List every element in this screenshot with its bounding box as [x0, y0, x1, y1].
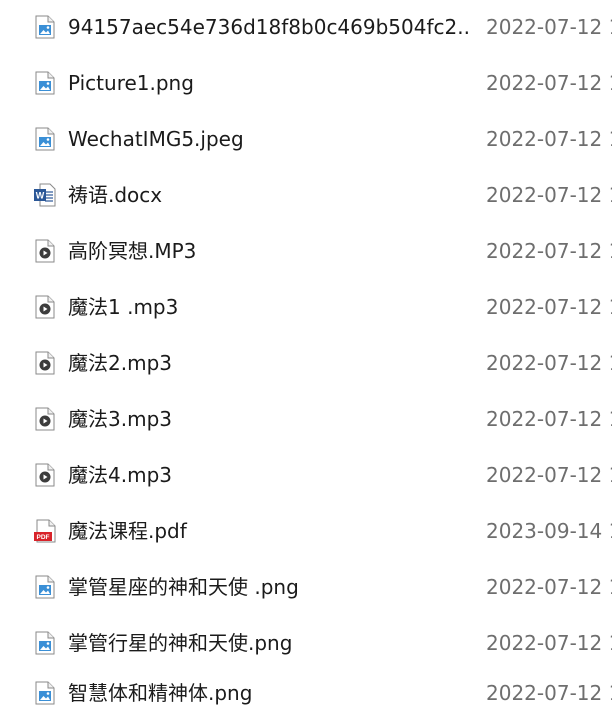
file-list: 94157aec54e736d18f8b0c469b504fc2... 2022… — [0, 0, 612, 721]
file-date: 2022-07-12 1 — [486, 183, 612, 207]
file-date: 2022-07-12 1 — [486, 295, 612, 319]
file-row[interactable]: WechatIMG5.jpeg 2022-07-12 1 — [0, 111, 612, 167]
file-name: 魔法4.mp3 — [68, 463, 172, 487]
file-date: 2022-07-12 1 — [486, 15, 612, 39]
file-date: 2022-07-12 1 — [486, 575, 612, 599]
file-name: 祷语.docx — [68, 183, 163, 207]
file-row[interactable]: 魔法1 .mp3 2022-07-12 1 — [0, 279, 612, 335]
file-date: 2022-07-12 1 — [486, 351, 612, 375]
file-name: 魔法1 .mp3 — [68, 295, 179, 319]
file-date: 2022-07-12 1 — [486, 127, 612, 151]
file-name: 智慧体和精神体.png — [68, 681, 253, 705]
file-date: 2022-07-12 1 — [486, 239, 612, 263]
file-name: 高阶冥想.MP3 — [68, 239, 197, 263]
file-row[interactable]: Picture1.png 2022-07-12 1 — [0, 55, 612, 111]
word-icon-label: W — [36, 191, 45, 201]
file-row[interactable]: 魔法4.mp3 2022-07-12 1 — [0, 447, 612, 503]
file-name: 94157aec54e736d18f8b0c469b504fc2... — [68, 15, 468, 39]
file-row[interactable]: PDF 魔法课程.pdf 2023-09-14 1 — [0, 503, 612, 559]
image-file-icon — [32, 70, 58, 96]
file-date: 2022-07-12 1 — [486, 631, 612, 655]
file-date: 2022-07-12 1 — [486, 71, 612, 95]
file-name: WechatIMG5.jpeg — [68, 127, 244, 151]
file-name: Picture1.png — [68, 71, 194, 95]
file-row[interactable]: 掌管星座的神和天使 .png 2022-07-12 1 — [0, 559, 612, 615]
image-file-icon — [32, 126, 58, 152]
file-row[interactable]: 魔法2.mp3 2022-07-12 1 — [0, 335, 612, 391]
audio-file-icon — [32, 238, 58, 264]
file-name: 魔法3.mp3 — [68, 407, 172, 431]
image-file-icon — [32, 630, 58, 656]
file-row[interactable]: 智慧体和精神体.png 2022-07-12 1 — [0, 665, 612, 721]
file-row[interactable]: 94157aec54e736d18f8b0c469b504fc2... 2022… — [0, 0, 612, 55]
image-file-icon — [32, 680, 58, 706]
audio-file-icon — [32, 294, 58, 320]
audio-file-icon — [32, 350, 58, 376]
file-row[interactable]: 高阶冥想.MP3 2022-07-12 1 — [0, 223, 612, 279]
file-row[interactable]: 魔法3.mp3 2022-07-12 1 — [0, 391, 612, 447]
image-file-icon — [32, 14, 58, 40]
pdf-icon-label: PDF — [37, 534, 50, 541]
file-name: 掌管星座的神和天使 .png — [68, 575, 299, 599]
audio-file-icon — [32, 462, 58, 488]
file-row[interactable]: 掌管行星的神和天使.png 2022-07-12 1 — [0, 615, 612, 671]
file-date: 2023-09-14 1 — [486, 519, 612, 543]
image-file-icon — [32, 574, 58, 600]
word-document-icon: W — [32, 182, 58, 208]
file-row[interactable]: W 祷语.docx 2022-07-12 1 — [0, 167, 612, 223]
pdf-file-icon: PDF — [32, 518, 58, 544]
file-date: 2022-07-12 1 — [486, 463, 612, 487]
file-date: 2022-07-12 1 — [486, 681, 612, 705]
file-name: 魔法2.mp3 — [68, 351, 172, 375]
file-name: 掌管行星的神和天使.png — [68, 631, 293, 655]
file-name: 魔法课程.pdf — [68, 519, 187, 543]
audio-file-icon — [32, 406, 58, 432]
file-date: 2022-07-12 1 — [486, 407, 612, 431]
